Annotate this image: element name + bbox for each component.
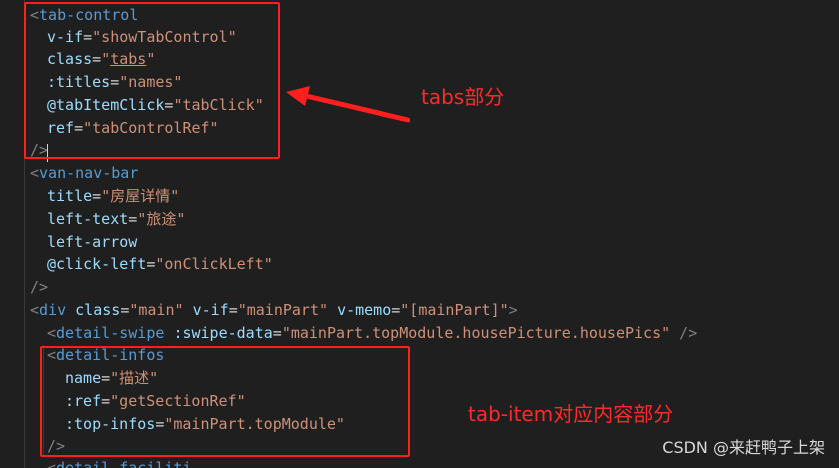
code-token: "main" bbox=[129, 301, 184, 319]
code-line[interactable]: <detail-swipe :swipe-data="mainPart.topM… bbox=[47, 322, 697, 345]
code-line[interactable]: @click-left="onClickLeft" bbox=[47, 253, 273, 276]
code-line[interactable]: left-text="旅途" bbox=[47, 208, 185, 231]
csdn-watermark: CSDN @来赶鸭子上架 bbox=[662, 438, 825, 457]
code-token: class bbox=[75, 301, 121, 319]
tabs-highlight-box bbox=[24, 2, 280, 159]
code-token: div bbox=[39, 301, 67, 319]
code-token: = bbox=[272, 324, 282, 342]
code-token: "mainPart" bbox=[237, 301, 329, 319]
code-line[interactable]: left-arrow bbox=[47, 231, 137, 254]
code-token: title bbox=[47, 187, 93, 205]
code-token: v-memo bbox=[337, 301, 392, 319]
code-token: < bbox=[47, 459, 57, 468]
code-token: > bbox=[508, 301, 518, 319]
code-token: = bbox=[128, 210, 138, 228]
code-token: "旅途" bbox=[137, 210, 186, 228]
code-line[interactable]: <detail-faciliti bbox=[47, 457, 192, 468]
code-token: /> bbox=[30, 278, 49, 296]
code-token: left-arrow bbox=[47, 233, 138, 251]
tabs-annotation: tabs部分 bbox=[421, 85, 505, 109]
code-token: < bbox=[30, 164, 40, 182]
code-token: detail-swipe bbox=[56, 324, 165, 342]
code-token: detail-faciliti bbox=[56, 459, 192, 468]
arrow-icon bbox=[286, 86, 410, 123]
code-token: v-if bbox=[192, 301, 229, 319]
code-token: < bbox=[30, 301, 40, 319]
code-line[interactable]: <div class="main" v-if="mainPart" v-memo… bbox=[30, 299, 518, 322]
code-token: "onClickLeft" bbox=[155, 255, 273, 273]
code-token: = bbox=[391, 301, 401, 319]
code-token: < bbox=[47, 324, 57, 342]
code-token: :swipe-data bbox=[173, 324, 273, 342]
code-token: van-nav-bar bbox=[39, 164, 139, 182]
tab-item-annotation: tab-item对应内容部分 bbox=[468, 402, 674, 426]
code-token: "房屋详情" bbox=[101, 187, 180, 205]
code-token: /> bbox=[670, 324, 698, 342]
code-line[interactable]: title="房屋详情" bbox=[47, 185, 179, 208]
code-line[interactable]: /> bbox=[30, 276, 48, 299]
code-token: = bbox=[120, 301, 130, 319]
code-token: = bbox=[92, 187, 102, 205]
code-token: left-text bbox=[47, 210, 129, 228]
code-editor[interactable]: <tab-control v-if="showTabControl" class="… bbox=[0, 0, 839, 468]
code-token: @click-left bbox=[47, 255, 147, 273]
code-token: = bbox=[228, 301, 238, 319]
tab-item-highlight-box bbox=[40, 346, 410, 457]
code-token: "[mainPart]" bbox=[400, 301, 509, 319]
code-line[interactable]: <van-nav-bar bbox=[30, 162, 138, 185]
code-token: "mainPart.topModule.housePicture.housePi… bbox=[281, 324, 671, 342]
